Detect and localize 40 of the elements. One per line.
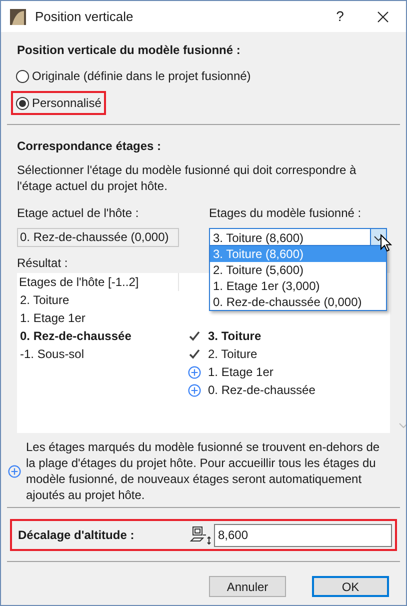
cancel-button[interactable]: Annuler bbox=[209, 576, 286, 597]
host-story: 0. Rez-de-chaussée bbox=[20, 329, 132, 343]
chevron-down-icon bbox=[374, 236, 383, 240]
dropdown-option[interactable]: 2. Toiture (5,600) bbox=[210, 262, 386, 278]
scroll-down-icon bbox=[399, 423, 406, 429]
app-logo-icon bbox=[10, 8, 26, 24]
merged-story: 2. Toiture bbox=[208, 346, 258, 363]
radio-button[interactable] bbox=[16, 70, 29, 82]
altitude-offset-field[interactable]: 8,600 bbox=[214, 524, 392, 546]
plus-circle-icon bbox=[188, 384, 200, 396]
radio-option[interactable]: Originale (définie dans le projet fusionné) bbox=[16, 67, 251, 85]
field-label: Décalage d'altitude : bbox=[18, 527, 136, 544]
section-heading: Correspondance étages : bbox=[17, 138, 162, 155]
field-label: Etages du modèle fusionné : bbox=[209, 205, 362, 222]
radio-button[interactable] bbox=[16, 96, 29, 110]
description-text: Sélectionner l'étage du modèle fusionné qui doit correspondre à l'étage actuel du projet hôte. bbox=[17, 162, 358, 194]
field-label: Etage actuel de l'hôte : bbox=[17, 205, 140, 222]
dropdown-option[interactable]: 0. Rez-de-chaussée (0,000) bbox=[210, 294, 386, 310]
checkmark-icon bbox=[188, 331, 200, 341]
help-button[interactable]: ? bbox=[320, 1, 360, 32]
merged-story: 1. Etage 1er bbox=[208, 364, 274, 381]
result-label: Résultat : bbox=[17, 255, 68, 272]
dropdown-option[interactable]: 1. Etage 1er (3,000) bbox=[210, 278, 386, 294]
elevation-icon bbox=[189, 525, 213, 545]
window-title: Position verticale bbox=[35, 8, 134, 26]
section-heading: Position verticale du modèle fusionné : bbox=[17, 42, 242, 59]
close-icon bbox=[377, 10, 389, 22]
column-header: Etages de l'hôte [-1..2] bbox=[17, 273, 179, 291]
ok-button[interactable]: OK bbox=[312, 576, 389, 597]
merged-story: 0. Rez-de-chaussée bbox=[208, 382, 316, 399]
host-story-field: 0. Rez-de-chaussée (0,000) bbox=[17, 228, 179, 247]
radio-option[interactable]: Personnalisé bbox=[16, 94, 102, 112]
plus-circle-icon bbox=[8, 464, 21, 478]
host-story: 2. Toiture bbox=[20, 293, 70, 307]
info-text: Les étages marqués du modèle fusionné se trouvent en-dehors de la plage d'étages du projet hôte. Pour accueillir tous les étages du modèle fusionné, de nouveaux étages seront automatiquement ajoutés au projet hôte. bbox=[26, 439, 381, 503]
host-story: -1. Sous-sol bbox=[20, 347, 84, 361]
plus-circle-icon bbox=[188, 366, 200, 378]
merged-story: 3. Toiture bbox=[208, 328, 262, 345]
checkmark-icon bbox=[188, 349, 200, 359]
host-story: 1. Etage 1er bbox=[20, 311, 86, 325]
